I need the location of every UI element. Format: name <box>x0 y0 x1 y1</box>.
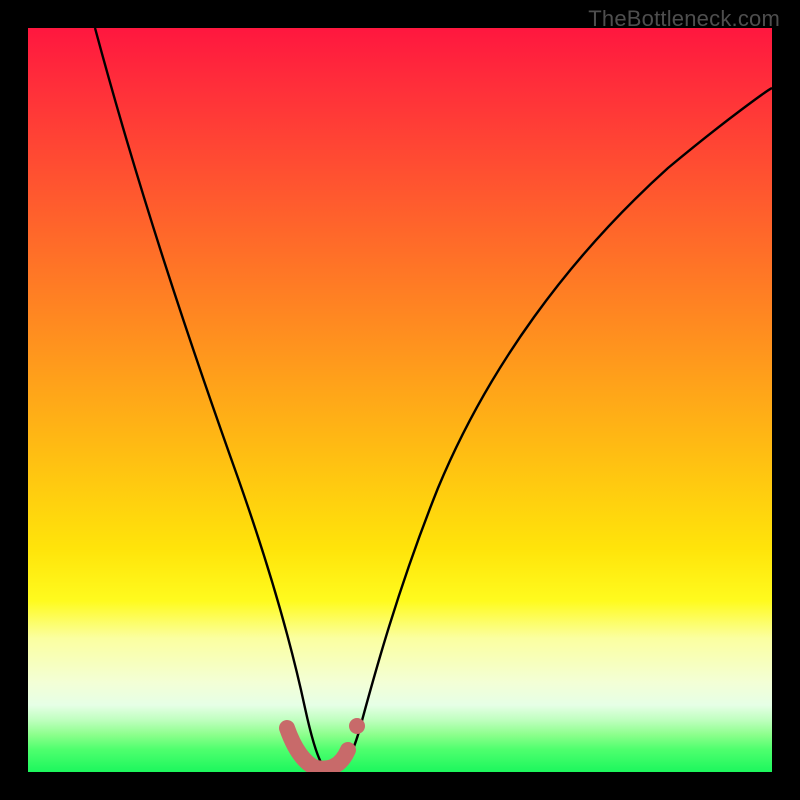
watermark-text: TheBottleneck.com <box>588 6 780 32</box>
plot-area <box>28 28 772 772</box>
bottleneck-curve <box>28 28 772 772</box>
marker-region-path <box>287 728 348 769</box>
marker-outlier-dot <box>349 718 365 734</box>
curve-path <box>95 28 772 768</box>
chart-frame: TheBottleneck.com <box>0 0 800 800</box>
